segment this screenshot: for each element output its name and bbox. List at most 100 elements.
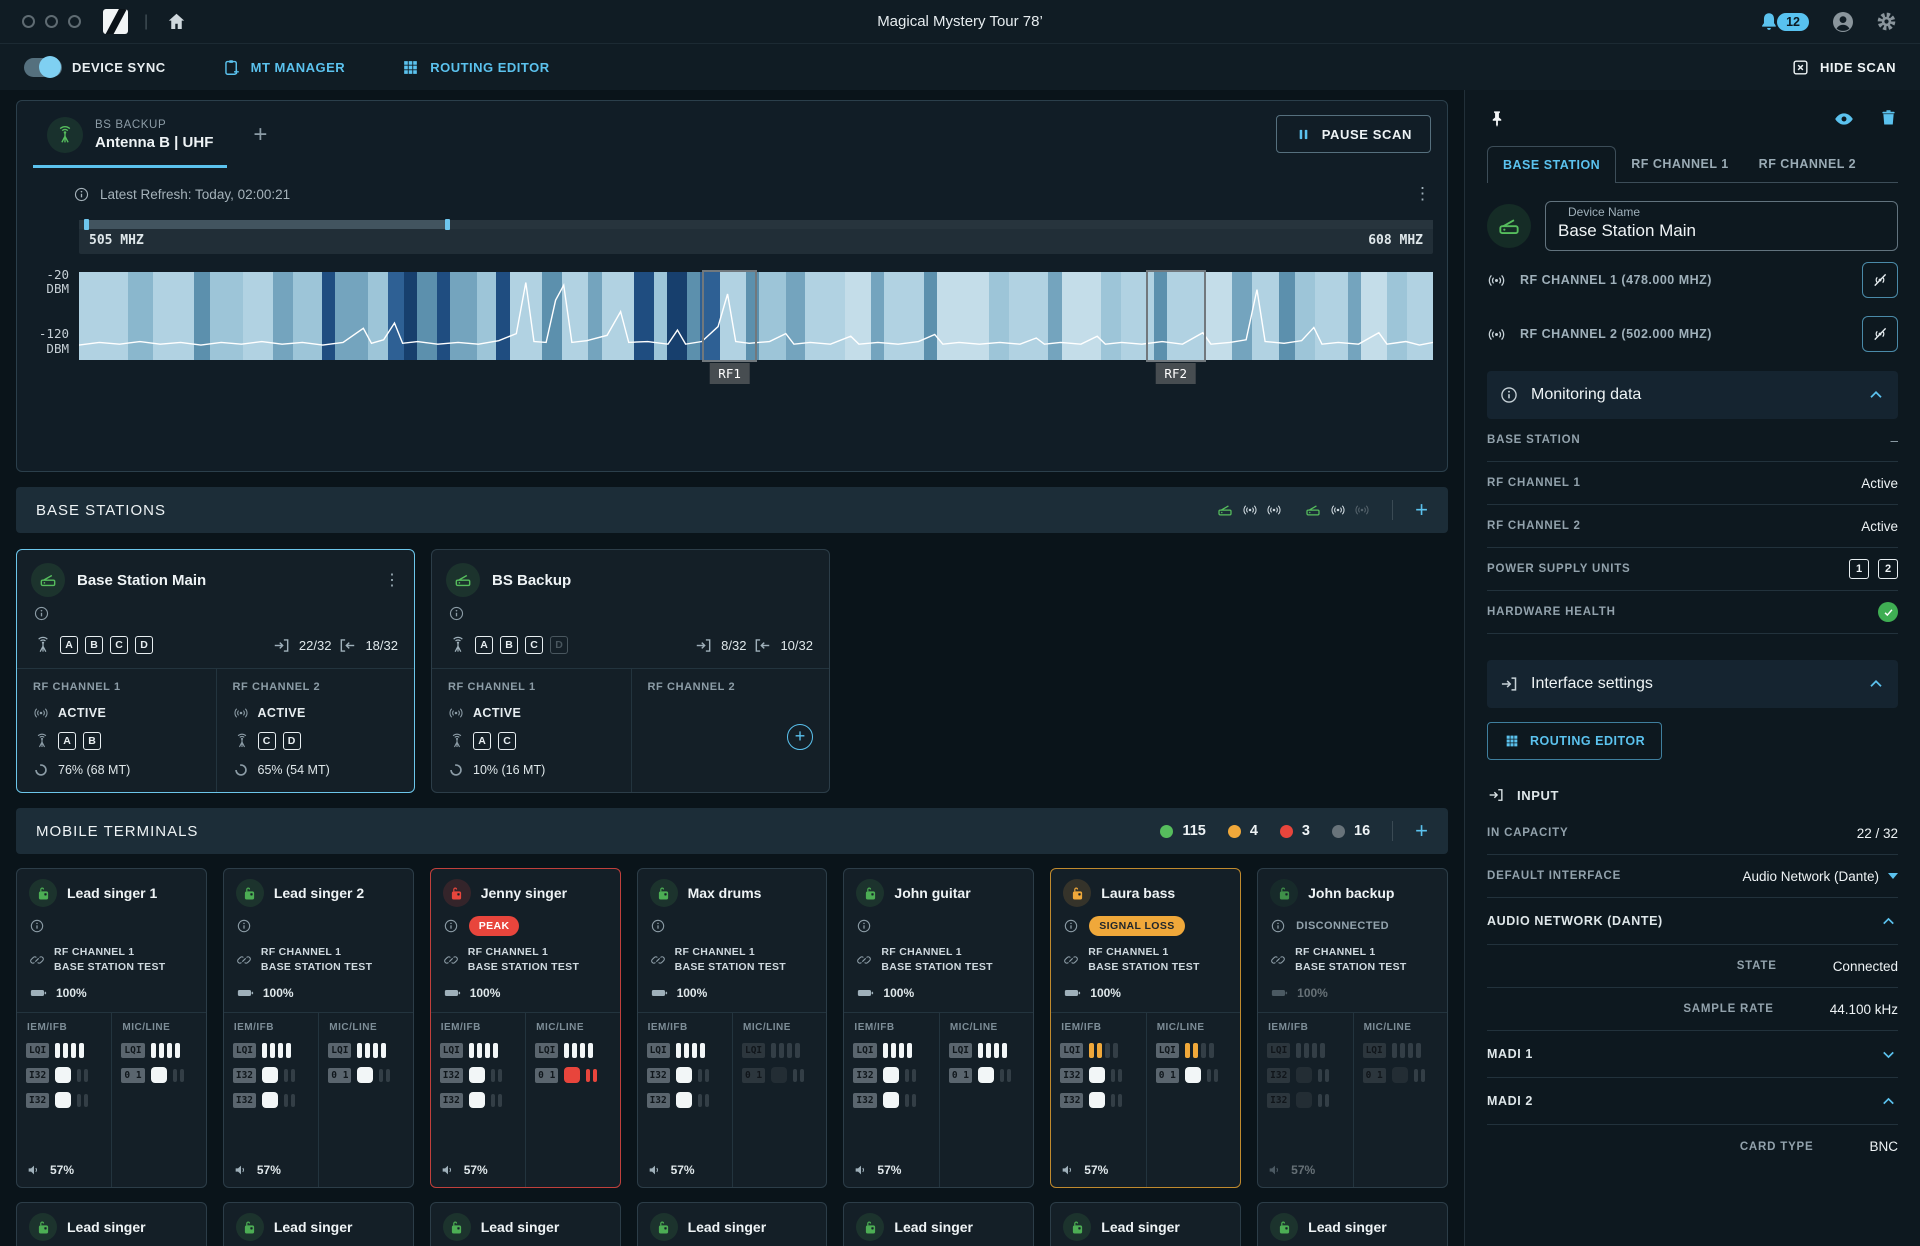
rf-marker[interactable]: RF2	[1146, 270, 1206, 362]
mobile-terminal-card[interactable]: Laura bass SIGNAL LOSS RF CHANNEL 1BASE …	[1050, 868, 1241, 1188]
battery-status: 100%	[1051, 975, 1240, 1012]
notifications-button[interactable]: 12	[1758, 11, 1811, 33]
mobile-terminal-card[interactable]: Lead singer	[1050, 1202, 1241, 1246]
add-rf-channel-button[interactable]: +	[787, 724, 813, 750]
mobile-terminal-card[interactable]: John backup DISCONNECTED RF CHANNEL 1BAS…	[1257, 868, 1448, 1188]
mobile-terminal-name: John backup	[1308, 885, 1394, 901]
top-bar: | Magical Mystery Tour 78’ 12	[0, 0, 1920, 44]
mobile-terminal-card[interactable]: Lead singer	[637, 1202, 828, 1246]
card-menu-button[interactable]: ⋮	[384, 570, 400, 590]
home-icon[interactable]	[166, 11, 187, 32]
spectrum-chart[interactable]: RF1 RF2	[79, 272, 1433, 360]
routing-editor-label: ROUTING EDITOR	[430, 60, 549, 75]
rf-marker-label: RF1	[709, 363, 750, 384]
mobile-terminal-card[interactable]: Max drums RF CHANNEL 1BASE STATION TEST …	[637, 868, 828, 1188]
sample-rate-label: SAMPLE RATE	[1683, 1003, 1773, 1015]
linked-channel-text: RF CHANNEL 1BASE STATION TEST	[1088, 945, 1199, 975]
routing-editor-sidebar-button[interactable]: ROUTING EDITOR	[1487, 722, 1662, 760]
rf-channel-row: RF CHANNEL 2 (502.000 MHZ)	[1487, 309, 1898, 359]
slider-handle-left[interactable]	[84, 219, 89, 230]
pin-icon[interactable]	[1487, 109, 1507, 129]
hide-scan-label: HIDE SCAN	[1820, 60, 1896, 75]
scan-tab-active[interactable]: BS BACKUP Antenna B | UHF	[33, 115, 227, 168]
madi1-section-header[interactable]: MADI 1	[1487, 1031, 1898, 1078]
antenna-port: A	[475, 636, 493, 654]
mobile-terminal-name: Lead singer 2	[274, 885, 364, 901]
scan-menu-button[interactable]: ⋮	[1414, 184, 1431, 204]
antenna-port: C	[110, 636, 128, 654]
volume-level: 57%	[26, 1162, 102, 1178]
mobile-terminal-card[interactable]: Lead singer	[843, 1202, 1034, 1246]
mobile-terminal-card[interactable]: Lead singer	[430, 1202, 621, 1246]
base-station-legend-group	[1216, 501, 1282, 519]
mobile-terminal-card[interactable]: Lead singer	[1257, 1202, 1448, 1246]
mt-manager-button[interactable]: MT MANAGER	[222, 58, 346, 77]
device-sync-toggle[interactable]: DEVICE SYNC	[24, 58, 166, 77]
audio-network-section-header[interactable]: AUDIO NETWORK (DANTE)	[1487, 898, 1898, 945]
base-station-card[interactable]: BS Backup ABCD 8/32 10/32 RF CHANNEL 1 A…	[431, 549, 830, 793]
routing-editor-button[interactable]: ROUTING EDITOR	[401, 58, 549, 77]
mobile-terminal-icon	[29, 879, 57, 907]
rf-channel-disable-button[interactable]	[1862, 262, 1898, 298]
add-base-station-button[interactable]: +	[1415, 497, 1428, 523]
rf-marker[interactable]: RF1	[702, 270, 758, 362]
info-icon	[73, 186, 90, 203]
rf-channel-disable-button[interactable]	[1862, 316, 1898, 352]
device-name-label: Device Name	[1562, 205, 1885, 219]
mobile-terminal-card[interactable]: Jenny singer PEAK RF CHANNEL 1BASE STATI…	[430, 868, 621, 1188]
mic-line-meters: MIC/LINE LQI 0 1	[732, 1013, 826, 1187]
window-dot[interactable]	[68, 15, 81, 28]
madi2-section-header[interactable]: MADI 2	[1487, 1078, 1898, 1125]
chevron-down-icon[interactable]	[1879, 1045, 1898, 1064]
frequency-range-slider[interactable]	[79, 220, 1433, 229]
device-name-field[interactable]: Device Name Base Station Main	[1545, 201, 1898, 251]
toggle-switch-on[interactable]	[24, 58, 62, 77]
device-name-value[interactable]: Base Station Main	[1558, 221, 1885, 241]
mobile-terminal-card[interactable]: Lead singer 2 RF CHANNEL 1BASE STATION T…	[223, 868, 414, 1188]
mobile-terminal-card[interactable]: Lead singer	[16, 1202, 207, 1246]
hide-scan-button[interactable]: HIDE SCAN	[1791, 58, 1896, 77]
card-type-value: BNC	[1869, 1139, 1898, 1154]
base-station-card[interactable]: Base Station Main ⋮ ABCD 22/32 18/32 RF …	[16, 549, 415, 793]
gear-icon[interactable]	[1875, 10, 1898, 33]
state-value: Connected	[1833, 959, 1898, 974]
interface-settings-section-header[interactable]: Interface settings	[1487, 660, 1898, 708]
info-icon[interactable]	[432, 603, 829, 625]
tab-rf-channel-1[interactable]: RF CHANNEL 1	[1616, 146, 1743, 182]
slider-handle-right[interactable]	[445, 219, 450, 230]
state-row: STATE Connected	[1487, 945, 1898, 988]
add-mobile-terminal-button[interactable]: +	[1415, 818, 1428, 844]
eye-icon[interactable]	[1833, 108, 1855, 130]
window-dot[interactable]	[22, 15, 35, 28]
window-dot[interactable]	[45, 15, 58, 28]
trash-icon[interactable]	[1879, 108, 1898, 127]
iem-ifb-meters: IEM/IFB LQI I32 I32 57%	[431, 1013, 525, 1187]
caret-down-icon[interactable]	[1888, 873, 1898, 879]
in-capacity-label: IN CAPACITY	[1487, 827, 1568, 839]
monitoring-row: POWER SUPPLY UNITS 12	[1487, 548, 1898, 591]
rf-channel-row: RF CHANNEL 1 (478.000 MHZ)	[1487, 255, 1898, 305]
add-scan-tab-button[interactable]: +	[253, 121, 267, 149]
chevron-up-icon[interactable]	[1866, 674, 1886, 694]
default-interface-row[interactable]: DEFAULT INTERFACE Audio Network (Dante)	[1487, 855, 1898, 898]
tab-base-station[interactable]: BASE STATION	[1487, 146, 1616, 183]
frequency-end-label: 608 MHZ	[1368, 233, 1423, 248]
pause-scan-button[interactable]: PAUSE SCAN	[1276, 115, 1431, 153]
linked-channel-text: RF CHANNEL 1BASE STATION TEST	[54, 945, 165, 975]
frequency-start-label: 505 MHZ	[89, 233, 144, 248]
chevron-up-icon[interactable]	[1866, 385, 1886, 405]
user-avatar-icon[interactable]	[1831, 10, 1855, 34]
mobile-terminal-card[interactable]: John guitar RF CHANNEL 1BASE STATION TES…	[843, 868, 1034, 1188]
info-icon[interactable]	[17, 603, 414, 625]
mobile-terminal-card[interactable]: Lead singer	[223, 1202, 414, 1246]
battery-status: 100%	[844, 975, 1033, 1012]
tab-rf-channel-2[interactable]: RF CHANNEL 2	[1744, 146, 1871, 182]
chevron-up-icon[interactable]	[1879, 1092, 1898, 1111]
monitoring-data-title: Monitoring data	[1531, 386, 1641, 404]
mobile-terminal-card[interactable]: Lead singer 1 RF CHANNEL 1BASE STATION T…	[16, 868, 207, 1188]
window-controls[interactable]	[22, 15, 81, 28]
chevron-up-icon[interactable]	[1879, 912, 1898, 931]
mic-line-meters: MIC/LINE LQI 0 1	[525, 1013, 619, 1187]
monitoring-data-section-header[interactable]: Monitoring data	[1487, 371, 1898, 419]
antenna-port: B	[500, 636, 518, 654]
